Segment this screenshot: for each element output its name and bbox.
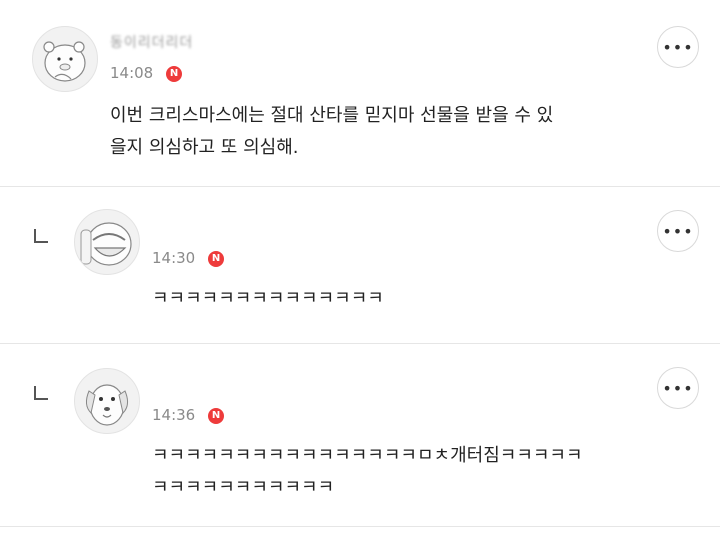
comment-time: 14:08 [110, 64, 154, 82]
reply-comment-item: 14:30 N ㅋㅋㅋㅋㅋㅋㅋㅋㅋㅋㅋㅋㅋㅋ ••• [0, 187, 720, 343]
dog-character-icon [85, 384, 129, 426]
more-options-button[interactable]: ••• [657, 367, 699, 409]
reply-arrow-icon [34, 229, 48, 243]
comment-text: 이번 크리스마스에는 절대 산타를 믿지마 선물을 받을 수 있 을지 의심하고… [110, 100, 553, 164]
comment-text-line: ㅋㅋㅋㅋㅋㅋㅋㅋㅋㅋㅋㅋㅋㅋ [152, 288, 384, 309]
comment-text-line: 을지 의심하고 또 의심해. [110, 137, 299, 158]
avatar[interactable] [74, 209, 140, 275]
laughing-character-icon [80, 222, 132, 266]
new-badge: N [208, 251, 224, 267]
more-options-button[interactable]: ••• [657, 26, 699, 68]
avatar[interactable] [32, 26, 98, 92]
reply-arrow-icon [34, 386, 48, 400]
comment-text: ㅋㅋㅋㅋㅋㅋㅋㅋㅋㅋㅋㅋㅋㅋㅋㅋㅁㅊ개터짐ㅋㅋㅋㅋㅋ ㅋㅋㅋㅋㅋㅋㅋㅋㅋㅋㅋ [152, 440, 583, 504]
bear-character-icon [43, 41, 86, 82]
comment-time: 14:30 [152, 249, 196, 267]
divider [0, 526, 720, 527]
new-badge: N [166, 66, 182, 82]
new-badge: N [208, 408, 224, 424]
comment-author[interactable]: 동이리더리더 [110, 32, 193, 52]
comment-time: 14:36 [152, 406, 196, 424]
avatar[interactable] [74, 368, 140, 434]
reply-comment-item: 14:36 N ㅋㅋㅋㅋㅋㅋㅋㅋㅋㅋㅋㅋㅋㅋㅋㅋㅁㅊ개터짐ㅋㅋㅋㅋㅋ ㅋㅋㅋㅋㅋ… [0, 344, 720, 526]
more-options-button[interactable]: ••• [657, 210, 699, 252]
comment-item: 동이리더리더 14:08 N 이번 크리스마스에는 절대 산타를 믿지마 선물을… [0, 0, 720, 186]
comment-text: ㅋㅋㅋㅋㅋㅋㅋㅋㅋㅋㅋㅋㅋㅋ [152, 283, 384, 315]
comment-text-line: 이번 크리스마스에는 절대 산타를 믿지마 선물을 받을 수 있 [110, 105, 554, 126]
comment-text-line: ㅋㅋㅋㅋㅋㅋㅋㅋㅋㅋㅋㅋㅋㅋㅋㅋㅁㅊ개터짐ㅋㅋㅋㅋㅋ [152, 445, 583, 466]
comment-text-line: ㅋㅋㅋㅋㅋㅋㅋㅋㅋㅋㅋ [152, 477, 335, 498]
